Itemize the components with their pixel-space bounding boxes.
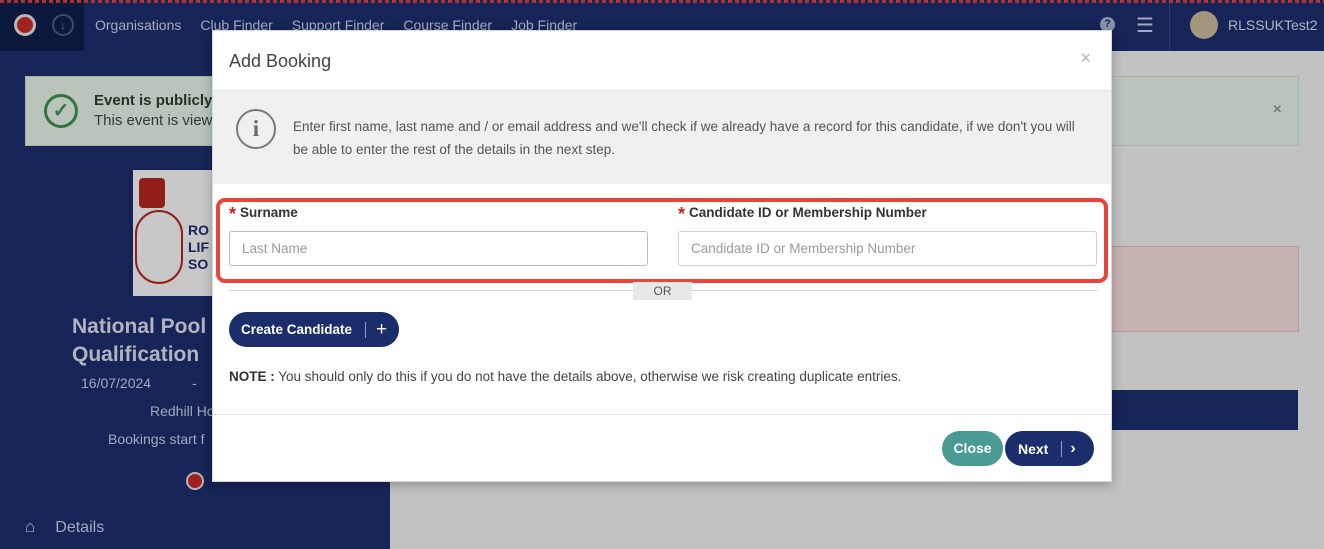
info-icon: i [236,109,276,149]
info-panel: i Enter first name, last name and / or e… [213,91,1111,184]
note-text: You should only do this if you do not ha… [278,369,902,384]
footer-divider [213,414,1111,415]
add-booking-modal: Add Booking × i Enter first name, last n… [212,30,1112,482]
plus-icon: + [376,319,388,340]
surname-input[interactable] [229,231,648,266]
note-label: NOTE : [229,369,275,384]
next-label: Next [1018,440,1049,457]
create-candidate-button[interactable]: Create Candidate + [229,312,400,347]
candidate-id-label: * Candidate ID or Membership Number [678,204,927,224]
next-button[interactable]: Next › [1005,431,1094,466]
button-separator [1061,440,1063,457]
modal-title: Add Booking [229,51,332,71]
candidate-id-input[interactable] [678,231,1097,266]
or-label: OR [633,282,692,300]
duplicate-note: NOTE : You should only do this if you do… [229,369,901,384]
chevron-right-icon: › [1070,439,1076,457]
create-candidate-label: Create Candidate [241,322,353,337]
required-marker: * [229,204,237,224]
close-icon[interactable]: × [1080,48,1091,69]
info-text: Enter first name, last name and / or ema… [293,119,1075,157]
surname-label: * Surname [229,204,298,224]
modal-header: Add Booking × [213,31,1111,91]
button-separator [365,321,367,338]
required-marker: * [678,204,686,224]
close-button[interactable]: Close [942,431,1003,466]
